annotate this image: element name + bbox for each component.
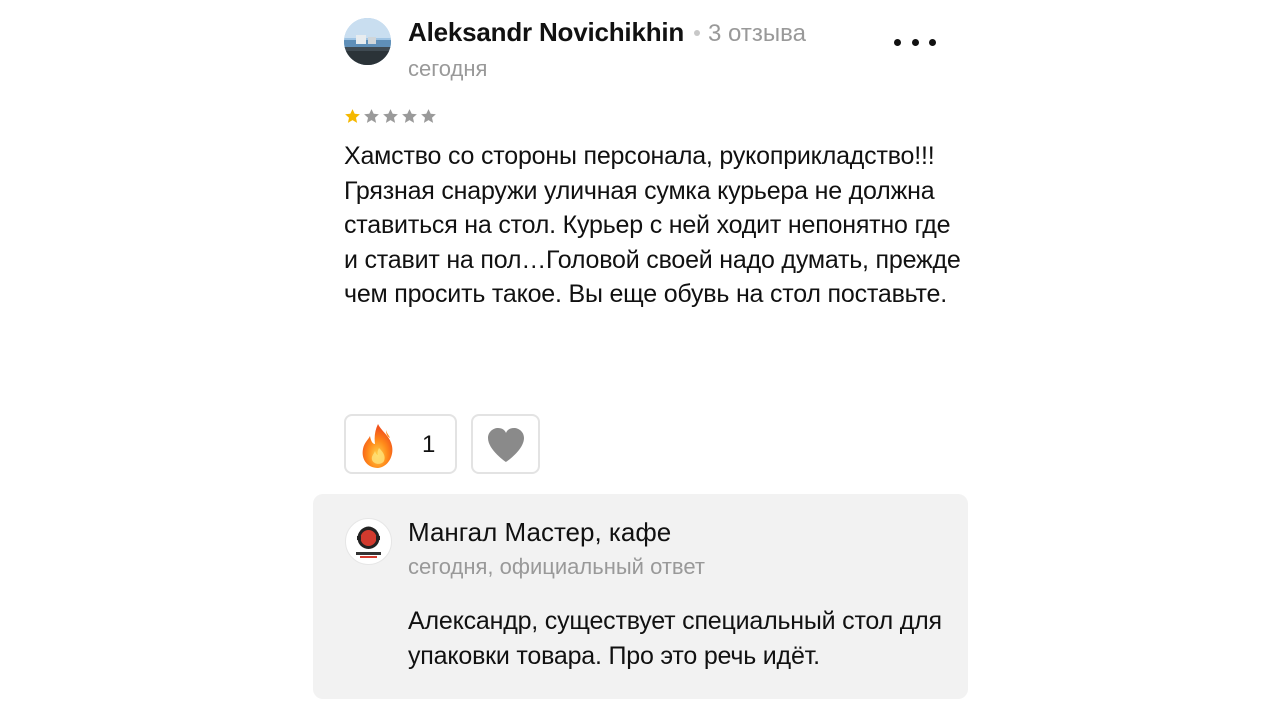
rating-stars [344,108,437,125]
owner-reply-text: Александр, существует специальный стол д… [408,607,942,670]
more-dot-icon [894,38,901,46]
fire-reaction-count: 1 [422,431,436,458]
fire-icon [362,424,393,468]
review-text: Хамство со стороны персонала, рукоприкла… [344,139,964,312]
review-text-line: Грязная снаружи уличная сумка курьера не… [344,176,961,309]
review-date: сегодня [408,56,488,81]
star-empty-icon [402,109,417,123]
review-card: Aleksandr Novichikhin 3 отзыва сегодня Х… [0,0,1280,719]
author-review-count[interactable]: 3 отзыва [694,20,806,48]
fire-reaction-button[interactable]: 1 [344,414,457,474]
star-empty-icon [383,109,398,123]
author-avatar[interactable] [344,18,391,65]
owner-name[interactable]: Мангал Мастер, кафе [408,517,671,548]
owner-reply-meta: сегодня, официальный ответ [408,554,705,579]
author-review-count-label: 3 отзыва [708,20,806,47]
star-empty-icon [364,109,379,123]
author-name[interactable]: Aleksandr Novichikhin [408,17,684,48]
heart-icon [488,428,524,462]
more-dot-icon [929,38,936,46]
star-empty-icon [421,109,436,123]
separator-dot [694,29,700,36]
owner-logo[interactable] [345,518,392,565]
more-dot-icon [911,38,919,46]
like-button[interactable] [471,414,540,474]
owner-reply: Мангал Мастер, кафе сегодня, официальный… [313,494,968,699]
star-filled-icon [345,109,360,123]
more-options-button[interactable] [894,28,936,56]
review-text-line: Хамство со стороны персонала, рукоприкла… [344,142,935,170]
